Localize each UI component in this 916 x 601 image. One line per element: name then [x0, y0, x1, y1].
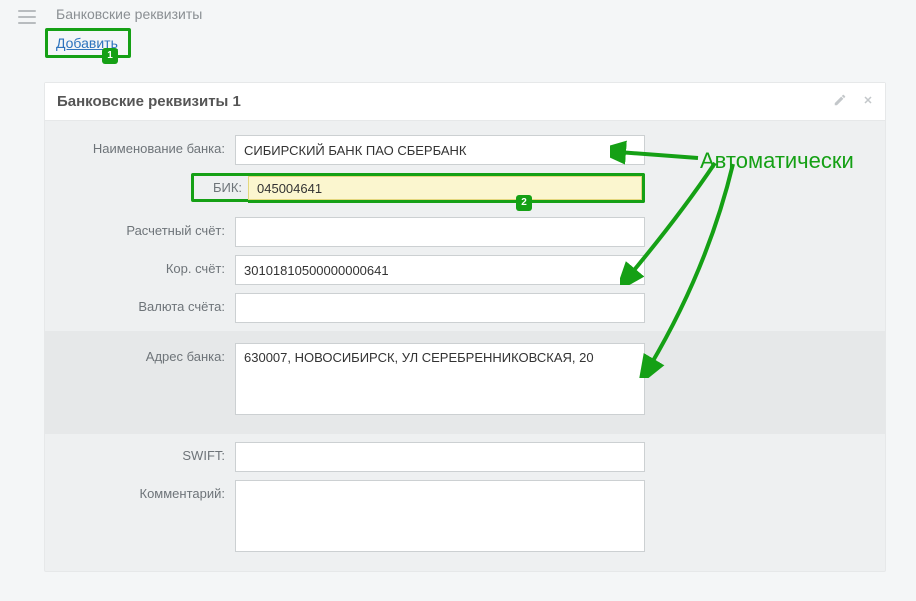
page-title: Банковские реквизиты — [56, 6, 202, 22]
hamburger-icon[interactable] — [18, 10, 36, 24]
comment-input[interactable] — [235, 480, 645, 552]
panel-title-text: Банковские реквизиты 1 — [57, 93, 241, 110]
annotation-label: Автоматически — [700, 148, 854, 174]
bank-name-input[interactable] — [235, 135, 645, 165]
edit-icon[interactable] — [831, 91, 849, 109]
label-comment: Комментарий: — [45, 480, 235, 501]
annotation-badge-1: 1 — [102, 48, 118, 64]
address-input[interactable] — [235, 343, 645, 415]
corr-account-input[interactable] — [235, 255, 645, 285]
label-address: Адрес банка: — [45, 343, 235, 364]
currency-input[interactable] — [235, 293, 645, 323]
close-icon[interactable] — [859, 91, 877, 109]
label-bik: БИК: — [191, 173, 251, 202]
label-account: Расчетный счёт: — [45, 217, 235, 238]
account-input[interactable] — [235, 217, 645, 247]
label-swift: SWIFT: — [45, 442, 235, 463]
label-corr-account: Кор. счёт: — [45, 255, 235, 276]
panel-title: Банковские реквизиты 1 — [45, 83, 885, 121]
label-currency: Валюта счёта: — [45, 293, 235, 314]
swift-input[interactable] — [235, 442, 645, 472]
label-bank-name: Наименование банка: — [45, 135, 235, 156]
bik-input[interactable] — [248, 176, 642, 200]
annotation-badge-2: 2 — [516, 195, 532, 211]
